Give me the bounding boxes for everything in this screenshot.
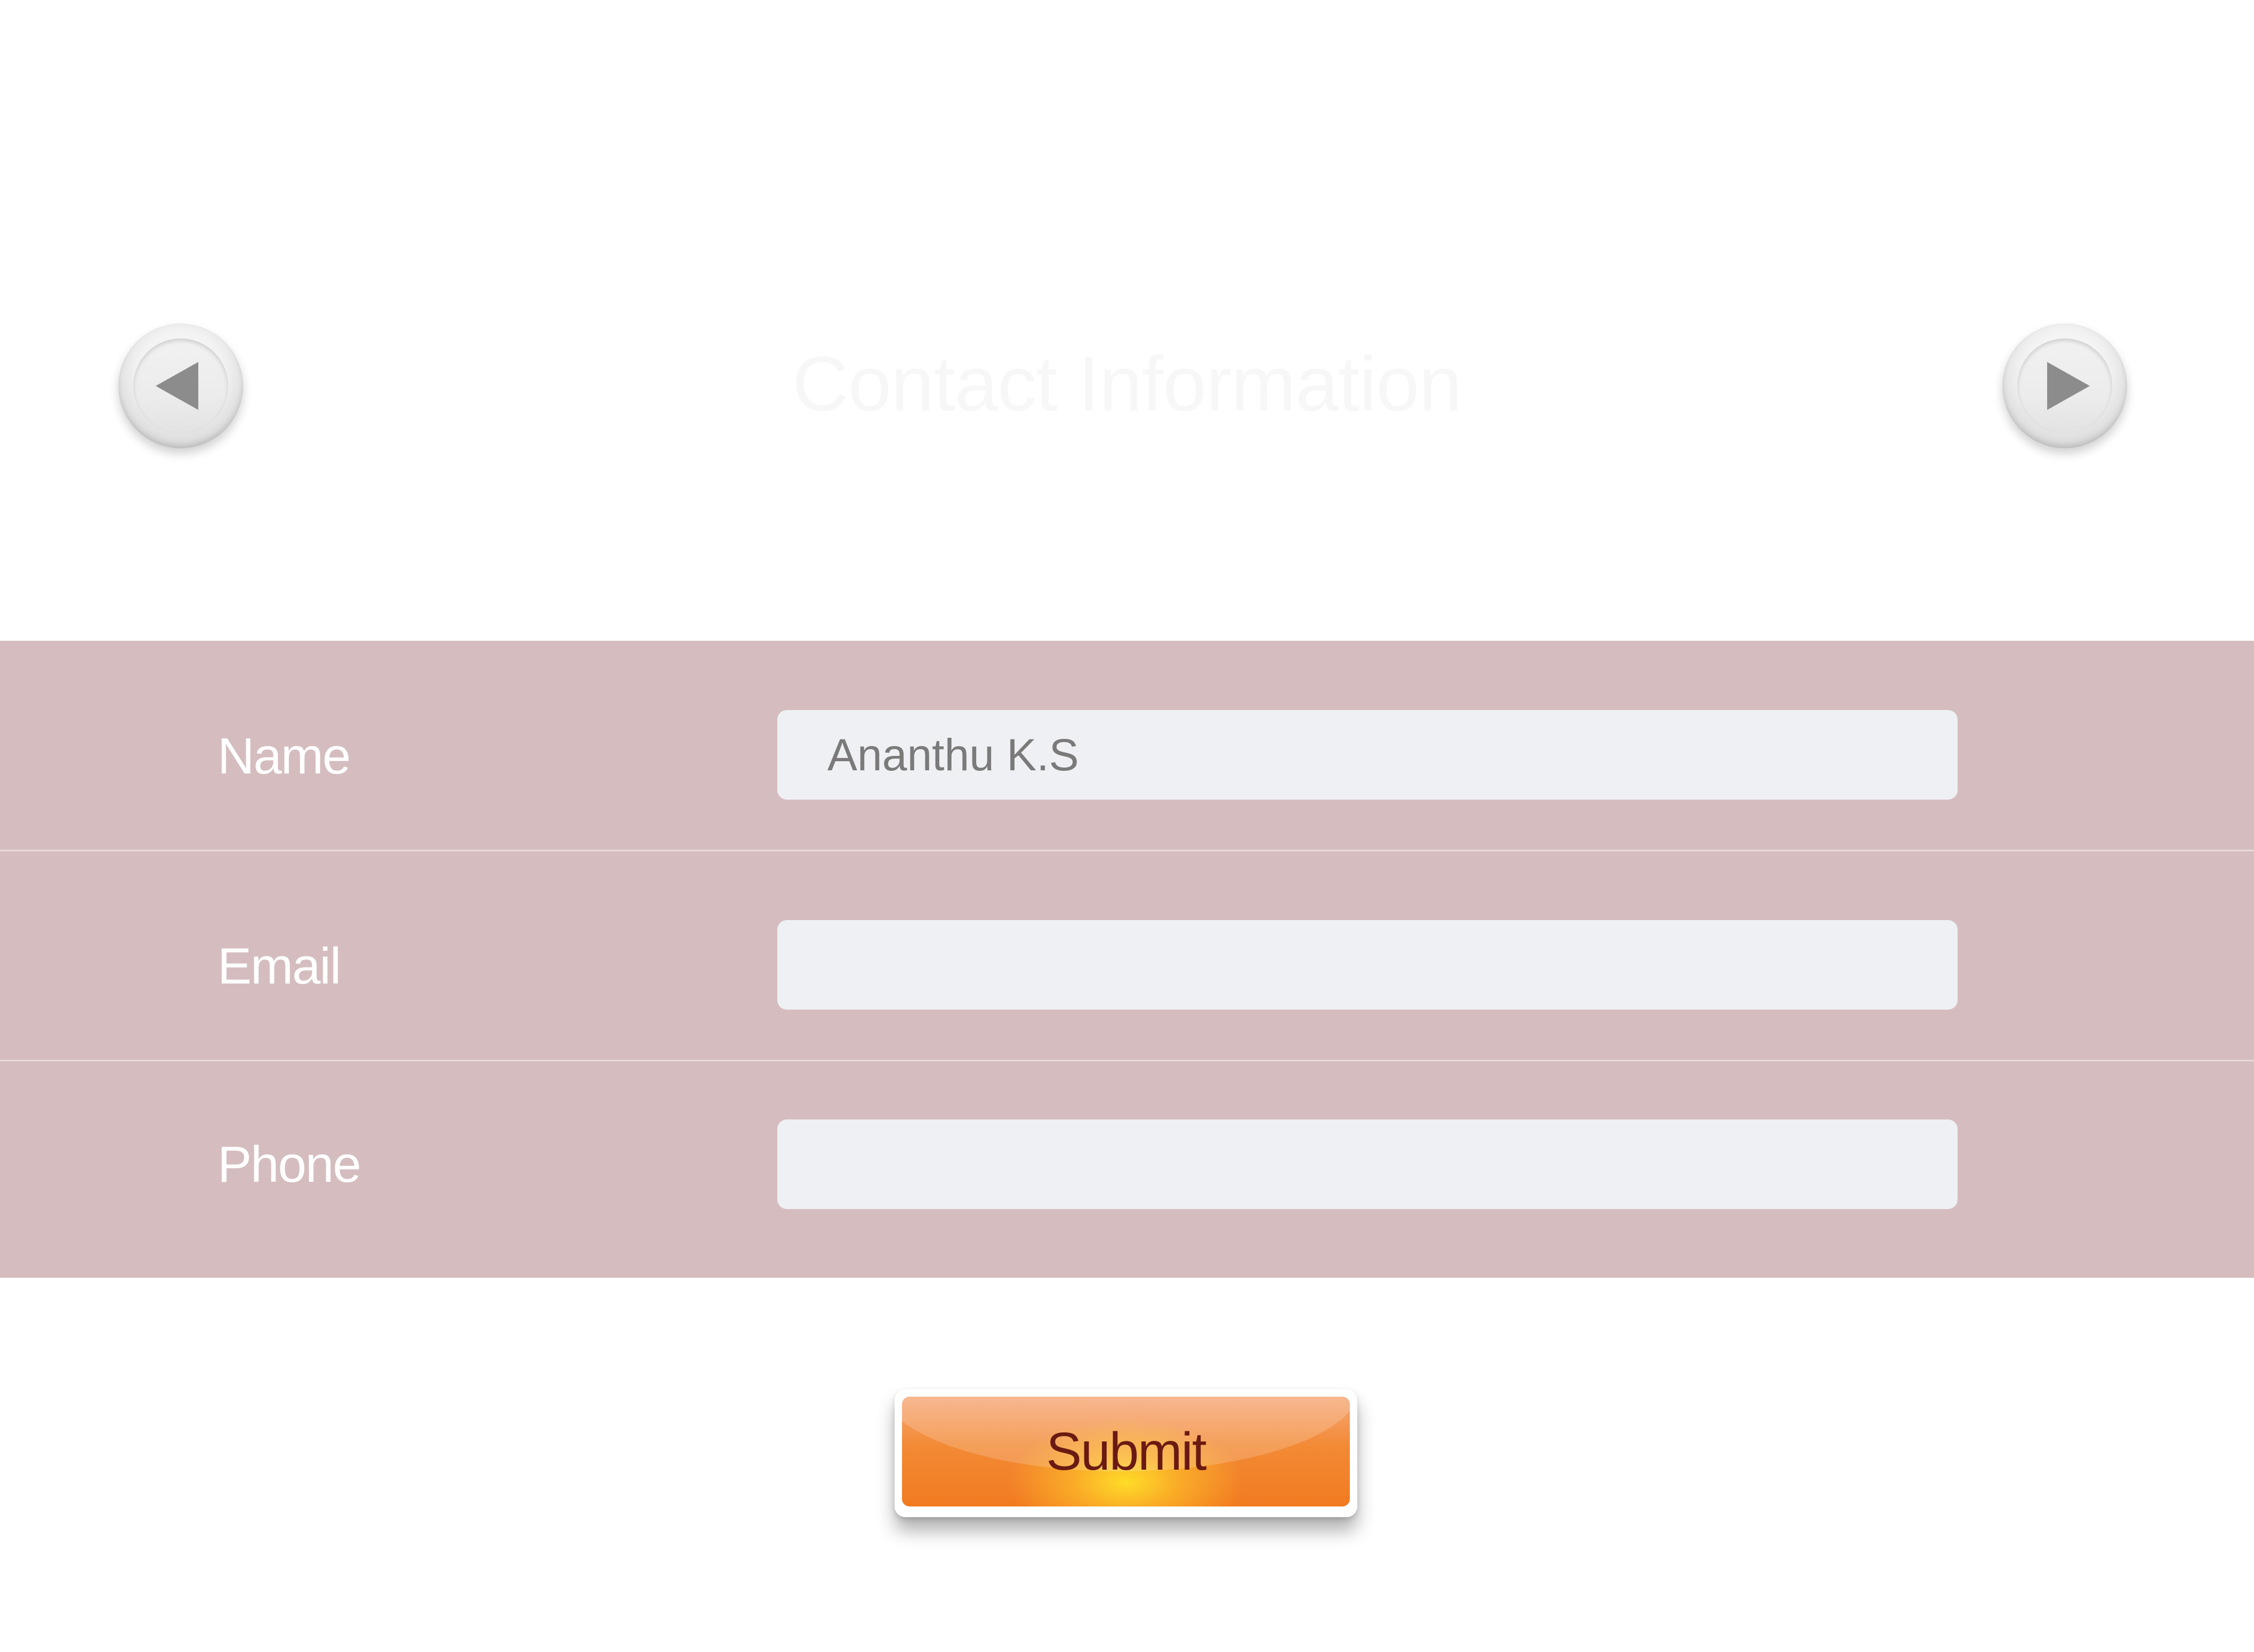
submit-label: Submit — [1046, 1422, 1206, 1481]
page-title: Contact Information — [792, 340, 1462, 427]
form-row-email: Email — [0, 851, 2254, 1060]
submit-button-frame: Submit — [895, 1389, 1357, 1517]
right-arrow-icon — [2047, 362, 2090, 410]
email-label: Email — [218, 938, 341, 995]
name-input[interactable] — [777, 710, 1958, 800]
submit-button[interactable]: Submit — [902, 1397, 1350, 1506]
form-row-phone: Phone — [0, 1061, 2254, 1270]
phone-input[interactable] — [777, 1119, 1958, 1209]
phone-label: Phone — [218, 1136, 361, 1193]
email-input[interactable] — [777, 920, 1958, 1010]
contact-form: Name Email Phone — [0, 641, 2254, 1278]
form-row-name: Name — [0, 641, 2254, 850]
name-label: Name — [218, 728, 351, 785]
header: Contact Information — [0, 0, 2254, 640]
next-button[interactable] — [2002, 324, 2127, 448]
